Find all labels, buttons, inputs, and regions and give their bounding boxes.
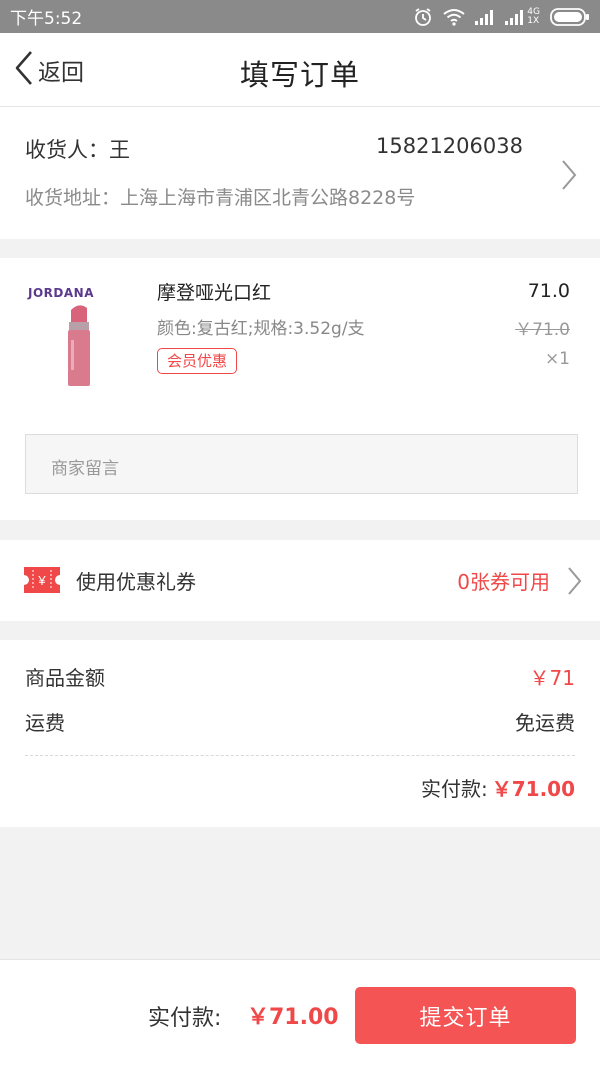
product-quantity: ×1 [544, 349, 570, 369]
lipstick-image [66, 304, 92, 392]
status-bar: 下午5:52 4G 1X [0, 0, 600, 33]
divider [25, 755, 575, 756]
product-original-price: ￥71.0 [515, 320, 570, 340]
status-icons: 4G 1X [413, 7, 590, 27]
receiver-address: 收货地址：上海上海市青浦区北青公路8228号 [25, 187, 416, 209]
coupon-icon-text: ¥ [37, 573, 46, 588]
summary-paid-label: 实付款: [420, 777, 488, 801]
receiver-name: 收货人：王 [25, 138, 130, 162]
goods-amount-value: ￥71 [529, 666, 575, 690]
bottom-bar: 实付款: ￥71.00 提交订单 [0, 959, 600, 1067]
bottom-paid-amount: ￥71.00 [247, 1005, 339, 1030]
coupon-row[interactable]: ¥ 使用优惠礼券 0张券可用 [0, 540, 600, 621]
product-card: JORDANA 摩登哑光口红 颜色:复古红;规格:3.52g/支 会员优惠 71… [0, 258, 600, 520]
summary-paid-amount: ￥71.00 [491, 777, 575, 801]
product-spec: 颜色:复古红;规格:3.52g/支 [157, 319, 365, 339]
receiver-phone: 15821206038 [376, 134, 523, 158]
summary-paid: 实付款: ￥71.00 [421, 773, 575, 802]
nav-bar: 返回 填写订单 [0, 33, 600, 107]
product-image: JORDANA [22, 276, 134, 388]
alarm-icon [413, 7, 433, 27]
battery-icon [550, 7, 590, 26]
network-1x-label: 1X [527, 15, 540, 26]
brand-logo: JORDANA [28, 286, 94, 300]
submit-order-button[interactable]: 提交订单 [355, 987, 576, 1044]
signal-4g-icon: 4G 1X [505, 7, 540, 26]
bottom-paid-label: 实付款: [148, 1006, 222, 1031]
merchant-note-input[interactable]: 商家留言 [25, 434, 578, 494]
merchant-note-placeholder: 商家留言 [51, 459, 119, 479]
coupon-available-count: 0张券可用 [457, 570, 550, 594]
shipping-value: 免运费 [515, 711, 575, 735]
goods-amount-label: 商品金额 [25, 666, 105, 690]
status-time: 下午5:52 [10, 9, 83, 29]
signal-icon [475, 9, 495, 25]
member-discount-badge: 会员优惠 [157, 348, 238, 374]
chevron-right-icon [560, 159, 578, 195]
wifi-icon [443, 8, 465, 26]
coupon-label: 使用优惠礼券 [76, 570, 196, 594]
shipping-label: 运费 [25, 711, 65, 735]
coupon-icon: ¥ [24, 567, 60, 597]
chevron-right-icon [566, 566, 582, 600]
address-card[interactable]: 收货人：王 15821206038 收货地址：上海上海市青浦区北青公路8228号 [0, 107, 600, 239]
order-summary: 商品金额 ￥71 运费 免运费 实付款: ￥71.00 [0, 640, 600, 827]
product-price: 71.0 [527, 280, 570, 302]
product-name: 摩登哑光口红 [157, 282, 272, 304]
page-title: 填写订单 [239, 58, 360, 92]
